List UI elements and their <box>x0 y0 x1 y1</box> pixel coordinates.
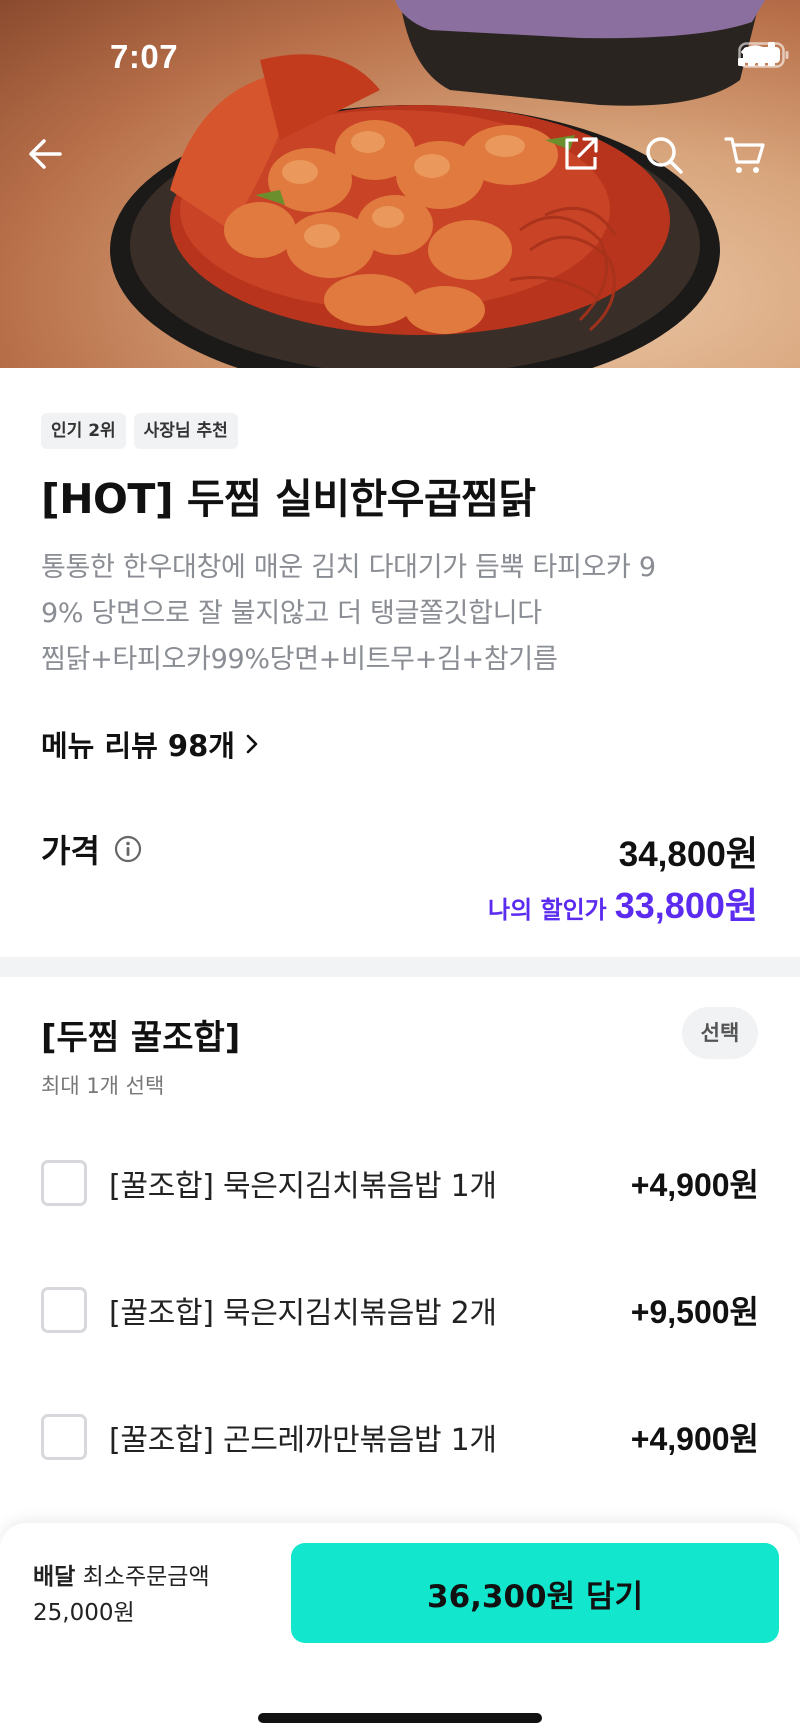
share-icon <box>565 137 598 170</box>
option-item[interactable]: [꿀조합] 묵은지김치볶음밥 2개 +9,500원 <box>41 1286 759 1334</box>
option-checkbox[interactable] <box>41 1287 87 1333</box>
description-line: 찜닭+타피오카99%당면+비트무+김+참기름 <box>41 644 558 675</box>
product-description: 통통한 한우대창에 매운 김치 다대기가 듬뿍 타피오카 9 9% 당면으로 잘… <box>41 545 761 683</box>
option-group-subtitle: 최대 1개 선택 <box>41 1074 165 1098</box>
option-select-badge: 선택 <box>682 1007 758 1059</box>
option-item[interactable]: [꿀조합] 곤드레까만볶음밥 1개 +4,900원 <box>41 1413 759 1461</box>
delivery-label: 배달 <box>33 1564 76 1590</box>
product-badges: 인기 2위 사장님 추천 <box>41 413 238 449</box>
product-hero-image: 7:07 <box>0 0 800 368</box>
review-link-label: 메뉴 리뷰 98개 <box>41 729 235 763</box>
share-button[interactable] <box>562 135 610 183</box>
badge-popular: 인기 2위 <box>41 413 126 449</box>
badge-owner-recommend: 사장님 추천 <box>133 413 238 449</box>
option-item[interactable]: [꿀조합] 묵은지김치볶음밥 1개 +4,900원 <box>41 1159 759 1207</box>
option-price: +9,500원 <box>630 1294 759 1330</box>
delivery-min-order-info: 배달 최소주문금액 25,000원 <box>33 1559 210 1631</box>
description-line: 통통한 한우대창에 매운 김치 다대기가 듬뿍 타피오카 9 <box>41 552 656 583</box>
option-checkbox[interactable] <box>41 1414 87 1460</box>
discount-label: 나의 할인가 <box>488 896 607 924</box>
chevron-right-icon <box>246 734 258 754</box>
search-button[interactable] <box>644 135 692 183</box>
option-group-title: [두찜 꿀조합] <box>41 1018 241 1058</box>
battery-icon <box>738 42 789 68</box>
back-button[interactable] <box>26 135 74 183</box>
option-checkbox[interactable] <box>41 1160 87 1206</box>
cart-icon <box>724 137 765 173</box>
price-label: 가격 <box>41 832 100 870</box>
back-arrow-icon <box>29 139 62 169</box>
bottom-order-bar: 배달 최소주문금액 25,000원 36,300원 담기 <box>0 1523 800 1735</box>
add-to-cart-button[interactable]: 36,300원 담기 <box>291 1543 779 1643</box>
option-name: [꿀조합] 곤드레까만볶음밥 1개 <box>109 1423 497 1458</box>
original-price: 34,800원 <box>618 835 758 874</box>
option-price: +4,900원 <box>630 1421 759 1457</box>
min-order-label: 최소주문금액 <box>82 1564 210 1590</box>
min-order-amount: 25,000원 <box>33 1600 135 1626</box>
option-name: [꿀조합] 묵은지김치볶음밥 1개 <box>109 1169 497 1204</box>
cart-button[interactable] <box>724 135 772 183</box>
menu-review-link[interactable]: 메뉴 리뷰 98개 <box>41 723 259 765</box>
home-indicator <box>258 1713 542 1723</box>
status-bar-time: 7:07 <box>110 38 179 75</box>
option-price: +4,900원 <box>630 1167 759 1203</box>
discount-price: 33,800원 <box>614 885 758 926</box>
description-line: 9% 당면으로 잘 불지않고 더 탱글쫄깃합니다 <box>41 598 542 629</box>
price-label-group: 가격 <box>41 826 142 872</box>
info-icon[interactable] <box>114 835 142 863</box>
option-name: [꿀조합] 묵은지김치볶음밥 2개 <box>109 1296 497 1331</box>
product-title: [HOT] 두찜 실비한우곱찜닭 <box>41 475 536 523</box>
discount-price-row: 나의 할인가 33,800원 <box>488 877 758 929</box>
search-icon <box>646 137 683 174</box>
section-divider <box>0 957 800 977</box>
